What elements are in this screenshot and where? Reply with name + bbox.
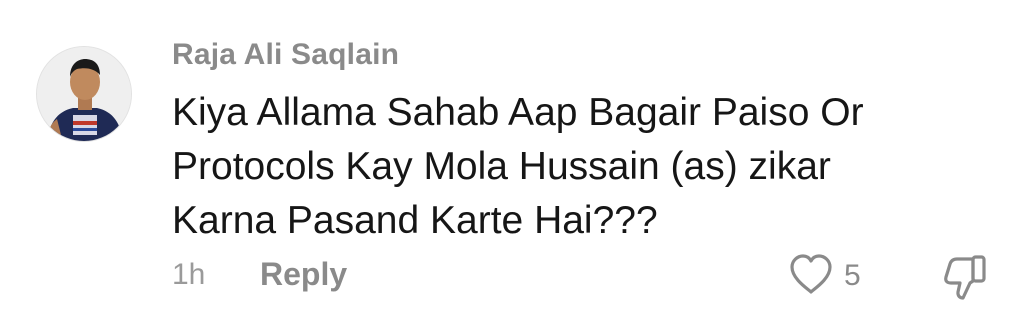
comment-text-line: Protocols Kay Mola Hussain (as) zikar — [172, 145, 831, 188]
reply-button[interactable]: Reply — [260, 256, 347, 293]
like-button[interactable]: 5 — [788, 252, 861, 300]
like-count: 5 — [844, 259, 861, 292]
username[interactable]: Raja Ali Saqlain — [172, 38, 399, 72]
comment-text: Kiya Allama Sahab Aap Bagair Paiso Or Pr… — [172, 86, 972, 248]
thumbs-down-icon — [940, 255, 992, 306]
timestamp: 1h — [172, 258, 206, 291]
comment-item: Raja Ali Saqlain Kiya Allama Sahab Aap B… — [0, 0, 1024, 330]
comment-text-line: Karna Pasand Karte Hai??? — [172, 199, 658, 242]
avatar[interactable] — [36, 46, 132, 142]
dislike-button[interactable] — [940, 250, 992, 302]
comment-text-line: Kiya Allama Sahab Aap Bagair Paiso Or — [172, 91, 864, 134]
heart-outline-icon — [788, 253, 834, 300]
